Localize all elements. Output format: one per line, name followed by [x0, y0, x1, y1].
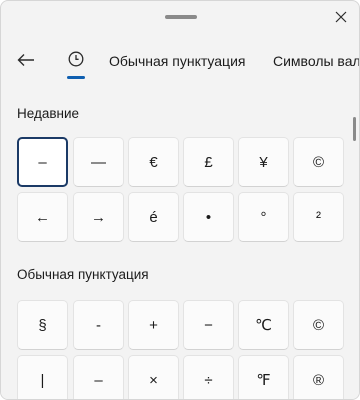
- symbol-key[interactable]: —: [73, 137, 124, 187]
- symbol-key[interactable]: £: [183, 137, 234, 187]
- symbol-key[interactable]: +: [128, 300, 179, 350]
- back-arrow-icon: [17, 54, 34, 66]
- symbol-key[interactable]: –: [73, 355, 124, 399]
- symbol-key[interactable]: °: [238, 192, 289, 242]
- symbol-key[interactable]: é: [128, 192, 179, 242]
- emoji-symbol-panel: Обычная пунктуация Символы вал Недавние …: [0, 0, 360, 400]
- symbol-key[interactable]: ℉: [238, 355, 289, 399]
- symbol-key[interactable]: ²: [293, 192, 344, 242]
- tab-recent[interactable]: [61, 45, 91, 79]
- symbol-key[interactable]: ©: [293, 137, 344, 187]
- symbol-key[interactable]: ℃: [238, 300, 289, 350]
- symbol-key[interactable]: ×: [128, 355, 179, 399]
- symbol-key[interactable]: |: [17, 355, 68, 399]
- symbol-key[interactable]: €: [128, 137, 179, 187]
- tab-currency-symbols[interactable]: Символы вал: [273, 53, 359, 69]
- symbol-key[interactable]: §: [17, 300, 68, 350]
- symbol-key[interactable]: -: [73, 300, 124, 350]
- recent-section-title: Недавние: [17, 106, 80, 121]
- symbol-key[interactable]: ©: [293, 300, 344, 350]
- tab-bar: Обычная пунктуация Символы вал: [1, 41, 359, 83]
- symbol-key[interactable]: ←: [17, 192, 68, 242]
- close-button[interactable]: [327, 5, 355, 29]
- symbol-key[interactable]: ¥: [238, 137, 289, 187]
- close-icon: [335, 11, 347, 23]
- punctuation-section-title: Обычная пунктуация: [17, 267, 149, 282]
- symbol-key[interactable]: ÷: [183, 355, 234, 399]
- active-tab-indicator: [67, 76, 85, 79]
- symbol-key[interactable]: →: [73, 192, 124, 242]
- symbol-key[interactable]: −: [183, 300, 234, 350]
- scrollbar-thumb[interactable]: [353, 117, 356, 141]
- back-button[interactable]: [11, 45, 41, 75]
- symbol-key[interactable]: –: [17, 137, 68, 187]
- drag-handle[interactable]: [165, 15, 197, 19]
- clock-icon: [68, 51, 84, 67]
- symbols-content: Недавние – — € £ ¥ © ← → é • ° ² Обычная…: [1, 93, 359, 399]
- tab-common-punctuation[interactable]: Обычная пунктуация: [109, 53, 245, 69]
- symbol-key[interactable]: •: [183, 192, 234, 242]
- symbol-key[interactable]: ®: [293, 355, 344, 399]
